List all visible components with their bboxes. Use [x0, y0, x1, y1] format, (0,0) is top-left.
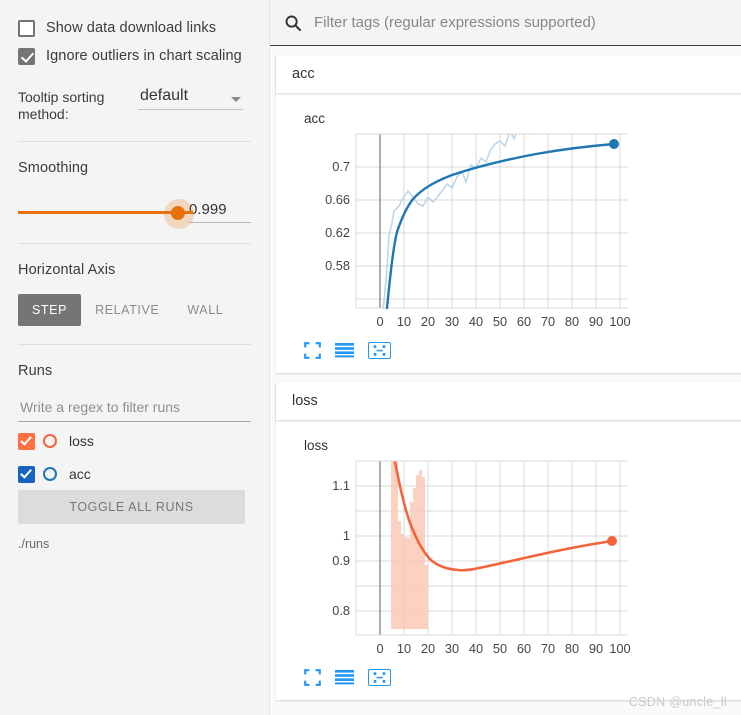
main-panel: acc acc — [270, 0, 741, 715]
show-data-download-links-row[interactable]: Show data download links — [18, 14, 251, 42]
horizontal-axis-relative-button[interactable]: RELATIVE — [81, 294, 173, 326]
svg-text:30: 30 — [445, 314, 459, 329]
chevron-down-icon — [231, 97, 241, 102]
tag-filter-bar — [270, 0, 741, 46]
run-item-loss[interactable]: loss — [18, 427, 251, 455]
smoothing-slider-knob[interactable] — [171, 206, 185, 220]
svg-text:40: 40 — [469, 641, 483, 656]
card-acc: acc acc 0.7 0.66 0.62 0.58 0 10 20 30 40… — [276, 55, 741, 373]
fit-domain-icon[interactable] — [368, 342, 391, 359]
search-icon — [284, 14, 306, 32]
svg-text:0.7: 0.7 — [332, 159, 350, 174]
smoothing-title: Smoothing — [18, 160, 89, 176]
run-acc-color-circle — [43, 467, 57, 481]
svg-text:1.1: 1.1 — [332, 478, 350, 493]
fullscreen-icon[interactable] — [304, 669, 321, 686]
smoothing-row: 0.999 — [18, 199, 251, 229]
svg-text:30: 30 — [445, 641, 459, 656]
svg-text:80: 80 — [565, 314, 579, 329]
chart-loss-toolbar — [276, 665, 741, 694]
smoothing-value: 0.999 — [189, 201, 227, 218]
horizontal-axis-title: Horizontal Axis — [18, 262, 116, 278]
tooltip-sorting-value: default — [140, 87, 189, 104]
svg-text:10: 10 — [397, 314, 411, 329]
show-data-download-links-checkbox[interactable] — [18, 19, 35, 37]
fit-domain-icon[interactable] — [368, 669, 391, 686]
tooltip-sorting-label: Tooltip sorting method: — [18, 89, 105, 122]
svg-text:100: 100 — [609, 314, 630, 329]
svg-text:70: 70 — [541, 641, 555, 656]
runs-title: Runs — [18, 363, 53, 379]
watermark: CSDN @uncle_ll — [628, 695, 727, 709]
svg-text:40: 40 — [469, 314, 483, 329]
card-loss-header[interactable]: loss — [276, 382, 741, 420]
svg-text:70: 70 — [541, 314, 555, 329]
loss-endpoint-marker — [607, 536, 617, 546]
tooltip-sorting-select[interactable]: default — [138, 87, 243, 110]
run-acc-checkbox[interactable] — [18, 465, 35, 483]
svg-text:100: 100 — [609, 641, 630, 656]
horizontal-axis-step-button[interactable]: STEP — [18, 294, 82, 326]
svg-text:90: 90 — [589, 641, 603, 656]
runs-path-label: ./runs — [18, 537, 50, 551]
svg-text:0.58: 0.58 — [325, 258, 350, 273]
svg-text:80: 80 — [565, 641, 579, 656]
run-loss-checkbox[interactable] — [18, 432, 35, 450]
toggle-all-runs-button[interactable]: TOGGLE ALL RUNS — [18, 490, 245, 524]
chart-acc-plot[interactable]: 0.7 0.66 0.62 0.58 0 10 20 30 40 50 60 7… — [276, 90, 741, 338]
acc-endpoint-marker — [609, 139, 619, 149]
smoothing-value-field[interactable]: 0.999 — [189, 201, 251, 223]
data-table-icon[interactable] — [335, 343, 354, 358]
divider-1 — [18, 141, 251, 142]
svg-text:0.62: 0.62 — [325, 225, 350, 240]
svg-text:0.8: 0.8 — [332, 603, 350, 618]
run-item-acc[interactable]: acc — [18, 460, 251, 488]
card-acc-header[interactable]: acc — [276, 55, 741, 93]
chart-acc-toolbar — [276, 338, 741, 367]
smoothing-slider[interactable] — [18, 199, 194, 229]
ignore-outliers-label: Ignore outliers in chart scaling — [46, 48, 242, 64]
svg-text:20: 20 — [421, 641, 435, 656]
svg-text:0.66: 0.66 — [325, 192, 350, 207]
svg-text:1: 1 — [343, 528, 350, 543]
run-loss-color-circle — [43, 434, 57, 448]
svg-text:60: 60 — [517, 641, 531, 656]
card-loss: loss loss 1.1 1 0.9 0.8 0 10 20 30 40 50… — [276, 382, 741, 700]
horizontal-axis-wall-button[interactable]: WALL — [173, 294, 237, 326]
chart-loss-plot[interactable]: 1.1 1 0.9 0.8 0 10 20 30 40 50 60 70 80 … — [276, 455, 741, 665]
svg-text:0: 0 — [376, 314, 383, 329]
divider-3 — [18, 344, 251, 345]
data-table-icon[interactable] — [335, 670, 354, 685]
show-data-download-links-label: Show data download links — [46, 20, 217, 36]
run-loss-label: loss — [69, 433, 94, 449]
card-acc-body: acc 0.7 0.66 0.62 0.58 0 10 20 30 40 50 … — [276, 90, 741, 373]
horizontal-axis-buttons: STEP RELATIVE WALL — [18, 294, 251, 326]
svg-text:50: 50 — [493, 314, 507, 329]
svg-text:10: 10 — [397, 641, 411, 656]
run-acc-label: acc — [69, 466, 91, 482]
chart-loss-title: loss — [304, 438, 329, 453]
ignore-outliers-checkbox[interactable] — [18, 47, 35, 65]
runs-filter-input[interactable] — [18, 395, 251, 422]
settings-sidebar: Show data download links Ignore outliers… — [0, 0, 270, 715]
tooltip-sorting-row: Tooltip sorting method: default — [18, 83, 251, 123]
tag-filter-input[interactable] — [312, 13, 731, 32]
tensorboard-app: Show data download links Ignore outliers… — [0, 0, 741, 715]
ignore-outliers-row[interactable]: Ignore outliers in chart scaling — [18, 42, 251, 70]
svg-text:0: 0 — [376, 641, 383, 656]
svg-text:60: 60 — [517, 314, 531, 329]
svg-text:20: 20 — [421, 314, 435, 329]
svg-text:50: 50 — [493, 641, 507, 656]
chart-acc-title: acc — [304, 111, 326, 126]
svg-text:0.9: 0.9 — [332, 553, 350, 568]
svg-text:90: 90 — [589, 314, 603, 329]
divider-2 — [18, 243, 251, 244]
card-loss-body: loss 1.1 1 0.9 0.8 0 10 20 30 40 50 60 7… — [276, 420, 741, 700]
fullscreen-icon[interactable] — [304, 342, 321, 359]
